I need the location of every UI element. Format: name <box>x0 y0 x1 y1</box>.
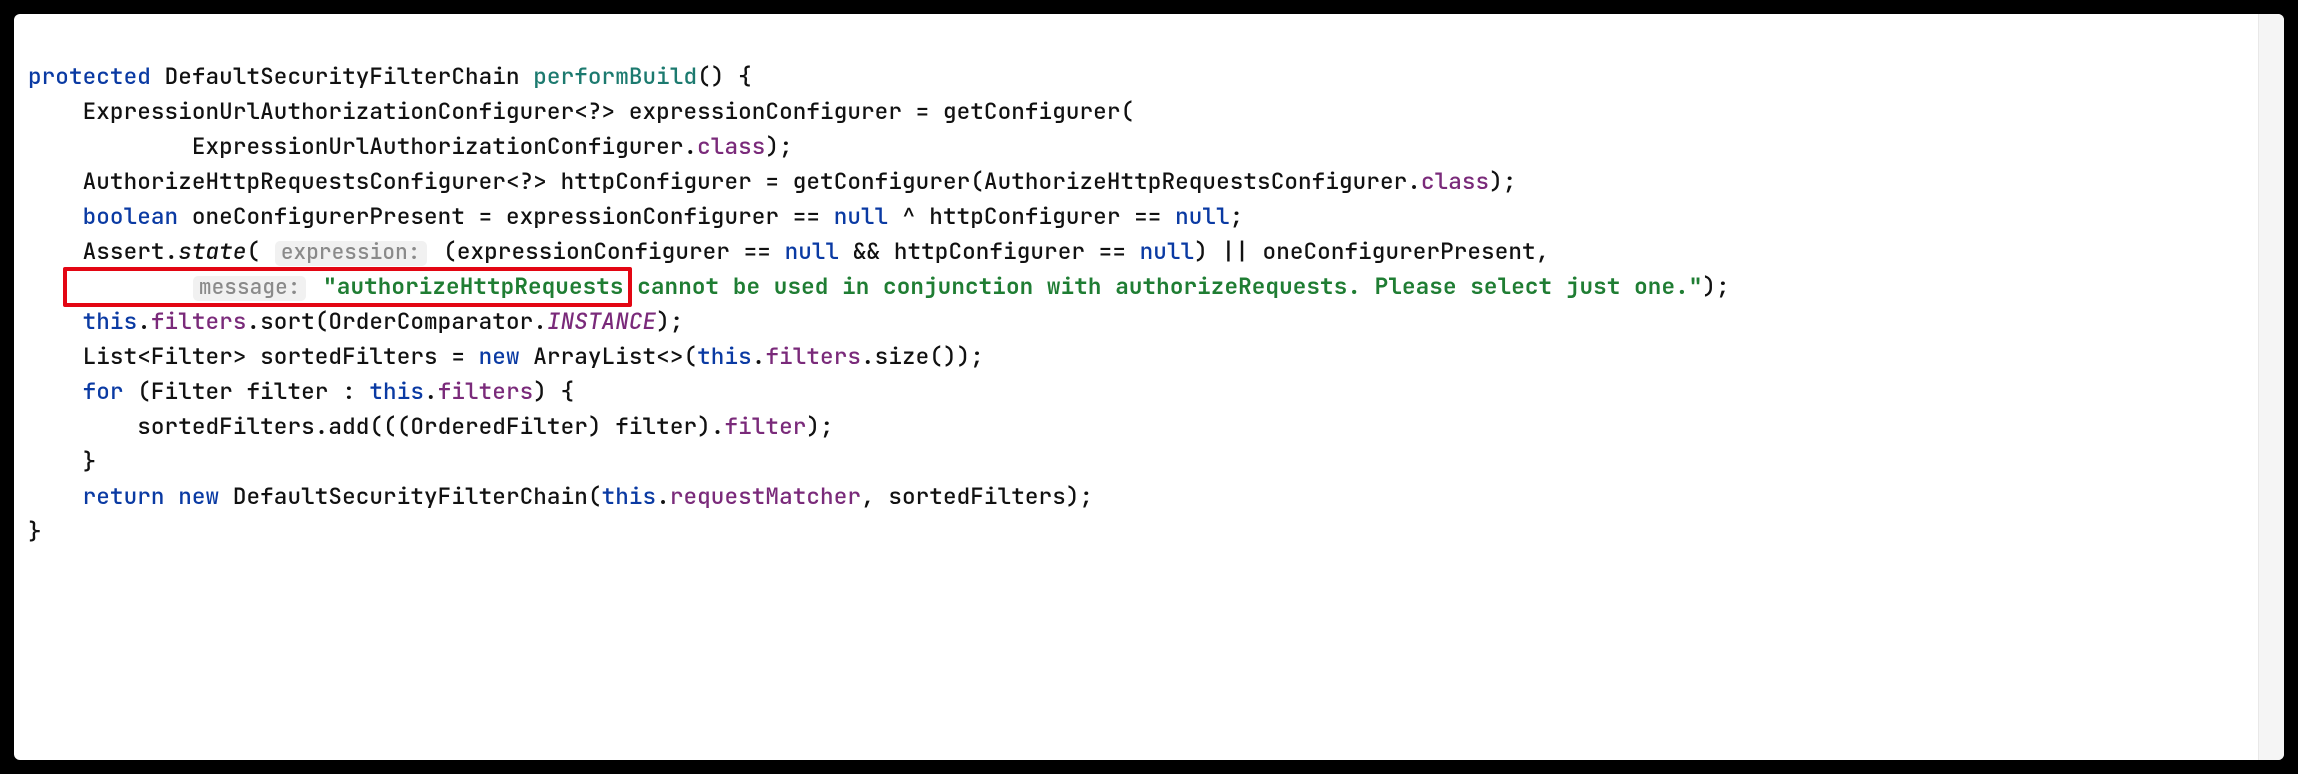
code-line: List<Filter> sortedFilters = new ArrayLi… <box>28 341 984 371</box>
field-filter: filter <box>724 411 806 441</box>
method-name: performBuild <box>533 61 697 91</box>
code-block: protected DefaultSecurityFilterChain per… <box>28 24 2244 584</box>
code-text: ; <box>1230 201 1244 231</box>
code-line: return new DefaultSecurityFilterChain(th… <box>28 481 1093 511</box>
field-filters: filters <box>151 306 247 336</box>
keyword-this: this <box>369 376 424 406</box>
keyword-this: this <box>83 306 138 336</box>
code-text: ); <box>1702 271 1729 301</box>
code-text: List<Filter> sortedFilters = <box>28 341 479 371</box>
code-line: this.filters.sort(OrderComparator.INSTAN… <box>28 306 684 336</box>
keyword-protected: protected <box>28 61 151 91</box>
code-line: for (Filter filter : this.filters) { <box>28 376 574 406</box>
field-filters: filters <box>765 341 861 371</box>
keyword-null: null <box>1175 201 1230 231</box>
field-class: class <box>1421 166 1489 196</box>
code-line: ExpressionUrlAuthorizationConfigurer.cla… <box>28 131 793 161</box>
code-text: ) || oneConfigurerPresent, <box>1194 236 1549 266</box>
field-filters: filters <box>438 376 534 406</box>
code-line: AuthorizeHttpRequestsConfigurer<?> httpC… <box>28 166 1517 196</box>
code-text: ); <box>1489 166 1516 196</box>
code-line: protected DefaultSecurityFilterChain per… <box>28 61 752 91</box>
code-line: } <box>28 446 96 476</box>
code-text: () { <box>697 61 752 91</box>
code-line: sortedFilters.add(((OrderedFilter) filte… <box>28 411 834 441</box>
code-text: } <box>28 446 96 476</box>
return-type: DefaultSecurityFilterChain <box>165 61 520 91</box>
param-hint-expression: expression: <box>275 241 427 266</box>
constant-instance: INSTANCE <box>547 306 656 336</box>
code-text: oneConfigurerPresent = expressionConfigu… <box>178 201 834 231</box>
code-text: . <box>656 481 670 511</box>
vertical-scrollbar[interactable] <box>2258 14 2284 760</box>
code-text: .size()); <box>861 341 984 371</box>
keyword-null: null <box>1140 236 1195 266</box>
code-text: (Filter filter : <box>124 376 370 406</box>
code-text: . <box>137 306 151 336</box>
code-text <box>309 271 323 301</box>
code-text: ^ httpConfigurer == <box>888 201 1175 231</box>
code-line: } <box>28 516 42 546</box>
keyword-this: this <box>697 341 752 371</box>
code-text: . <box>752 341 766 371</box>
code-text: ) { <box>533 376 574 406</box>
code-text: } <box>28 516 42 546</box>
code-text: , sortedFilters); <box>861 481 1093 511</box>
keyword-null: null <box>834 201 889 231</box>
keyword-null: null <box>785 236 840 266</box>
keyword-return: return <box>83 481 165 511</box>
code-text: sortedFilters.add(((OrderedFilter) filte… <box>28 411 724 441</box>
method-state: state <box>178 236 246 266</box>
code-editor-frame: protected DefaultSecurityFilterChain per… <box>14 14 2284 760</box>
field-requestmatcher: requestMatcher <box>670 481 861 511</box>
keyword-new: new <box>479 341 520 371</box>
keyword-this: this <box>602 481 657 511</box>
code-text: (expressionConfigurer == <box>430 236 785 266</box>
code-text: DefaultSecurityFilterChain( <box>219 481 601 511</box>
keyword-new: new <box>178 481 219 511</box>
code-text: ArrayList<>( <box>520 341 698 371</box>
code-line: boolean oneConfigurerPresent = expressio… <box>28 201 1243 231</box>
code-text <box>28 271 192 301</box>
code-text: .sort(OrderComparator. <box>247 306 547 336</box>
code-text: Assert. <box>28 236 178 266</box>
code-text: && httpConfigurer == <box>839 236 1139 266</box>
code-text: ( <box>247 236 261 266</box>
param-hint-message: message: <box>193 276 307 301</box>
keyword-for: for <box>83 376 124 406</box>
code-text: ); <box>656 306 683 336</box>
code-line: ExpressionUrlAuthorizationConfigurer<?> … <box>28 96 1134 126</box>
keyword-boolean: boolean <box>83 201 179 231</box>
string-literal: "authorizeHttpRequests cannot be used in… <box>323 271 1702 301</box>
code-text: ExpressionUrlAuthorizationConfigurer. <box>28 131 697 161</box>
code-line: Assert.state( expression: (expressionCon… <box>28 236 1549 266</box>
code-text: . <box>424 376 438 406</box>
field-class: class <box>697 131 765 161</box>
code-text: ExpressionUrlAuthorizationConfigurer<?> … <box>28 96 1134 126</box>
code-text: ); <box>765 131 792 161</box>
code-text: AuthorizeHttpRequestsConfigurer<?> httpC… <box>28 166 1421 196</box>
code-text: ); <box>806 411 833 441</box>
code-line: message: "authorizeHttpRequests cannot b… <box>28 271 1730 301</box>
